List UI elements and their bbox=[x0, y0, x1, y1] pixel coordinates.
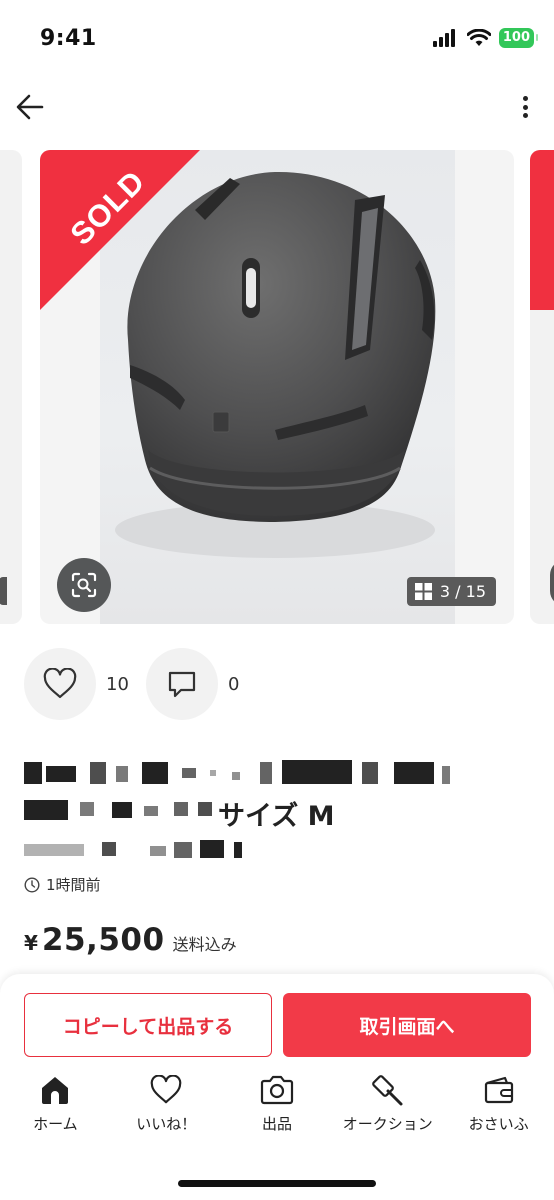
posted-time-text: 1時間前 bbox=[46, 876, 101, 894]
tab-wallet-label: おさいふ bbox=[468, 1115, 529, 1133]
tab-bar: ホーム いいね！ 出品 オークション おさいふ bbox=[0, 1072, 554, 1142]
copy-listing-button[interactable]: コピーして出品する bbox=[24, 993, 272, 1057]
wifi-icon bbox=[466, 29, 491, 46]
tab-auction-label: オークション bbox=[342, 1115, 433, 1133]
title-visible-suffix: サイズ M bbox=[218, 801, 335, 832]
status-time: 9:41 bbox=[40, 26, 97, 51]
tab-auction[interactable]: オークション bbox=[332, 1072, 443, 1142]
status-icons: 100 bbox=[432, 28, 539, 48]
tab-likes[interactable]: いいね！ bbox=[111, 1072, 222, 1142]
image-page-indicator[interactable]: 3 / 15 bbox=[406, 577, 496, 606]
next-image-peek[interactable] bbox=[530, 150, 554, 624]
price-currency: ¥ bbox=[24, 931, 38, 955]
previous-image-badge bbox=[0, 577, 7, 605]
home-icon bbox=[42, 1077, 69, 1104]
battery-indicator: 100 bbox=[498, 28, 539, 48]
back-button[interactable] bbox=[14, 90, 48, 124]
tab-likes-label: いいね！ bbox=[136, 1115, 197, 1133]
heart-icon bbox=[150, 1075, 182, 1104]
social-actions: 10 0 bbox=[24, 648, 256, 720]
image-carousel[interactable]: SOLD 3 / 15 bbox=[0, 150, 554, 624]
grid-icon bbox=[414, 583, 432, 600]
gavel-icon bbox=[371, 1075, 403, 1106]
tab-sell[interactable]: 出品 bbox=[222, 1072, 333, 1142]
tab-sell-label: 出品 bbox=[261, 1115, 292, 1133]
posted-time: 1時間前 bbox=[24, 874, 101, 895]
wallet-icon bbox=[484, 1076, 513, 1104]
shipping-note: 送料込み bbox=[172, 935, 237, 954]
camera-icon bbox=[260, 1075, 294, 1105]
bottom-action-panel: コピーして出品する 取引画面へ ホーム いいね！ 出品 オークション おさいふ bbox=[0, 974, 554, 1200]
next-image-button-peek bbox=[550, 560, 554, 606]
more-dot bbox=[522, 104, 528, 110]
comment-icon bbox=[168, 671, 196, 698]
previous-image-peek[interactable] bbox=[0, 150, 22, 624]
cellular-signal-icon bbox=[432, 29, 455, 47]
like-button[interactable] bbox=[24, 648, 96, 720]
current-image-card[interactable]: SOLD 3 / 15 bbox=[40, 150, 514, 624]
comment-button[interactable] bbox=[146, 648, 218, 720]
scan-icon bbox=[71, 572, 97, 598]
more-dot bbox=[522, 113, 528, 118]
tab-home-label: ホーム bbox=[33, 1115, 78, 1133]
image-search-button[interactable] bbox=[57, 558, 111, 612]
tab-wallet[interactable]: おさいふ bbox=[443, 1072, 554, 1142]
price-value: 25,500 bbox=[41, 922, 165, 958]
more-options-button[interactable] bbox=[520, 92, 530, 122]
sold-ribbon: SOLD bbox=[40, 150, 200, 310]
title-redacted-line-1 bbox=[24, 760, 454, 786]
heart-icon bbox=[43, 668, 77, 699]
tab-home[interactable]: ホーム bbox=[0, 1072, 111, 1142]
go-to-trade-button[interactable]: 取引画面へ bbox=[283, 993, 531, 1057]
price: ¥ 25,500 送料込み bbox=[24, 922, 237, 958]
item-detail-page: 9:41 100 SOLD 3 / 15 10 0 サイズ M 1時間前 ¥ 2… bbox=[0, 0, 554, 1200]
clock-icon bbox=[24, 876, 40, 893]
arrow-left-icon bbox=[16, 94, 44, 120]
next-image-sold-ribbon bbox=[530, 150, 554, 310]
page-indicator-text: 3 / 15 bbox=[439, 582, 486, 601]
more-dot bbox=[522, 96, 528, 101]
home-indicator[interactable] bbox=[178, 1180, 376, 1187]
status-bar: 9:41 100 bbox=[0, 0, 554, 78]
title-redacted-line-3 bbox=[24, 838, 254, 864]
like-count: 10 bbox=[106, 673, 129, 695]
comment-count: 0 bbox=[228, 673, 240, 695]
